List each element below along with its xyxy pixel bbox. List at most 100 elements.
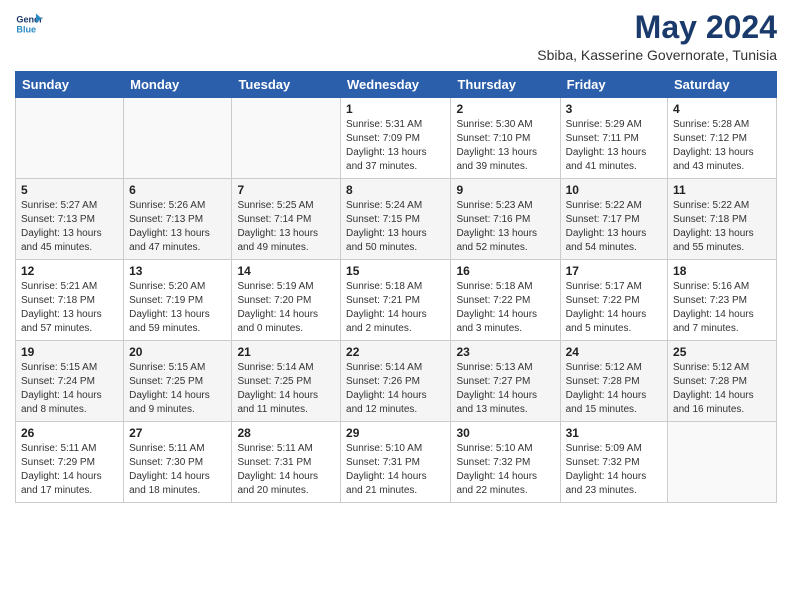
day-info: Sunrise: 5:28 AM Sunset: 7:12 PM Dayligh… bbox=[673, 118, 771, 174]
day-info: Sunrise: 5:27 AM Sunset: 7:13 PM Dayligh… bbox=[21, 199, 118, 255]
calendar-cell: 3 Sunrise: 5:29 AM Sunset: 7:11 PM Daylig… bbox=[560, 98, 667, 179]
calendar-cell bbox=[124, 98, 232, 179]
day-info: Sunrise: 5:11 AM Sunset: 7:30 PM Dayligh… bbox=[129, 442, 226, 498]
day-info: Sunrise: 5:17 AM Sunset: 7:22 PM Dayligh… bbox=[566, 280, 662, 336]
day-number: 2 bbox=[456, 102, 554, 116]
day-number: 26 bbox=[21, 426, 118, 440]
calendar-cell bbox=[232, 98, 341, 179]
calendar-cell: 24 Sunrise: 5:12 AM Sunset: 7:28 PM Dayli… bbox=[560, 341, 667, 422]
calendar-cell: 18 Sunrise: 5:16 AM Sunset: 7:23 PM Dayli… bbox=[668, 260, 777, 341]
day-number: 12 bbox=[21, 264, 118, 278]
day-number: 19 bbox=[21, 345, 118, 359]
calendar-cell: 28 Sunrise: 5:11 AM Sunset: 7:31 PM Dayli… bbox=[232, 422, 341, 503]
day-number: 9 bbox=[456, 183, 554, 197]
day-info: Sunrise: 5:12 AM Sunset: 7:28 PM Dayligh… bbox=[673, 361, 771, 417]
day-info: Sunrise: 5:19 AM Sunset: 7:20 PM Dayligh… bbox=[237, 280, 335, 336]
day-info: Sunrise: 5:30 AM Sunset: 7:10 PM Dayligh… bbox=[456, 118, 554, 174]
calendar-cell: 27 Sunrise: 5:11 AM Sunset: 7:30 PM Dayli… bbox=[124, 422, 232, 503]
day-number: 15 bbox=[346, 264, 445, 278]
weekday-header-saturday: Saturday bbox=[668, 72, 777, 98]
calendar-cell: 22Sunrise: 5:14 AM Sunset: 7:26 PM Dayli… bbox=[341, 341, 451, 422]
day-number: 29 bbox=[346, 426, 445, 440]
calendar-cell: 1 Sunrise: 5:31 AM Sunset: 7:09 PM Daylig… bbox=[341, 98, 451, 179]
day-number: 28 bbox=[237, 426, 335, 440]
calendar-cell: 4 Sunrise: 5:28 AM Sunset: 7:12 PM Daylig… bbox=[668, 98, 777, 179]
day-info: Sunrise: 5:18 AM Sunset: 7:21 PM Dayligh… bbox=[346, 280, 445, 336]
day-info: Sunrise: 5:21 AM Sunset: 7:18 PM Dayligh… bbox=[21, 280, 118, 336]
calendar-cell: 31 Sunrise: 5:09 AM Sunset: 7:32 PM Dayli… bbox=[560, 422, 667, 503]
calendar-table: SundayMondayTuesdayWednesdayThursdayFrid… bbox=[15, 71, 777, 503]
day-number: 14 bbox=[237, 264, 335, 278]
calendar-cell: 16 Sunrise: 5:18 AM Sunset: 7:22 PM Dayli… bbox=[451, 260, 560, 341]
day-number: 24 bbox=[566, 345, 662, 359]
day-info: Sunrise: 5:13 AM Sunset: 7:27 PM Dayligh… bbox=[456, 361, 554, 417]
day-number: 4 bbox=[673, 102, 771, 116]
calendar-cell: 15 Sunrise: 5:18 AM Sunset: 7:21 PM Dayli… bbox=[341, 260, 451, 341]
day-info: Sunrise: 5:22 AM Sunset: 7:18 PM Dayligh… bbox=[673, 199, 771, 255]
day-number: 8 bbox=[346, 183, 445, 197]
day-number: 21 bbox=[237, 345, 335, 359]
header: General Blue May 2024 Sbiba, Kasserine G… bbox=[15, 10, 777, 63]
calendar-cell: 20 Sunrise: 5:15 AM Sunset: 7:25 PM Dayli… bbox=[124, 341, 232, 422]
week-row-5: 26Sunrise: 5:11 AM Sunset: 7:29 PM Dayli… bbox=[16, 422, 777, 503]
day-number: 1 bbox=[346, 102, 445, 116]
week-row-4: 19Sunrise: 5:15 AM Sunset: 7:24 PM Dayli… bbox=[16, 341, 777, 422]
calendar-cell: 30 Sunrise: 5:10 AM Sunset: 7:32 PM Dayli… bbox=[451, 422, 560, 503]
calendar-cell: 11 Sunrise: 5:22 AM Sunset: 7:18 PM Dayli… bbox=[668, 179, 777, 260]
calendar-cell: 29Sunrise: 5:10 AM Sunset: 7:31 PM Dayli… bbox=[341, 422, 451, 503]
calendar-cell: 13Sunrise: 5:20 AM Sunset: 7:19 PM Dayli… bbox=[124, 260, 232, 341]
day-info: Sunrise: 5:25 AM Sunset: 7:14 PM Dayligh… bbox=[237, 199, 335, 255]
weekday-header-friday: Friday bbox=[560, 72, 667, 98]
week-row-1: 1 Sunrise: 5:31 AM Sunset: 7:09 PM Daylig… bbox=[16, 98, 777, 179]
weekday-header-thursday: Thursday bbox=[451, 72, 560, 98]
day-number: 31 bbox=[566, 426, 662, 440]
calendar-cell: 25 Sunrise: 5:12 AM Sunset: 7:28 PM Dayli… bbox=[668, 341, 777, 422]
day-info: Sunrise: 5:26 AM Sunset: 7:13 PM Dayligh… bbox=[129, 199, 226, 255]
day-info: Sunrise: 5:09 AM Sunset: 7:32 PM Dayligh… bbox=[566, 442, 662, 498]
calendar-cell: 23 Sunrise: 5:13 AM Sunset: 7:27 PM Dayli… bbox=[451, 341, 560, 422]
day-number: 30 bbox=[456, 426, 554, 440]
day-number: 27 bbox=[129, 426, 226, 440]
logo: General Blue bbox=[15, 10, 43, 38]
day-info: Sunrise: 5:22 AM Sunset: 7:17 PM Dayligh… bbox=[566, 199, 662, 255]
day-info: Sunrise: 5:18 AM Sunset: 7:22 PM Dayligh… bbox=[456, 280, 554, 336]
day-number: 7 bbox=[237, 183, 335, 197]
day-info: Sunrise: 5:15 AM Sunset: 7:25 PM Dayligh… bbox=[129, 361, 226, 417]
day-number: 18 bbox=[673, 264, 771, 278]
day-info: Sunrise: 5:29 AM Sunset: 7:11 PM Dayligh… bbox=[566, 118, 662, 174]
calendar-cell: 5 Sunrise: 5:27 AM Sunset: 7:13 PM Daylig… bbox=[16, 179, 124, 260]
day-number: 11 bbox=[673, 183, 771, 197]
day-info: Sunrise: 5:14 AM Sunset: 7:25 PM Dayligh… bbox=[237, 361, 335, 417]
day-info: Sunrise: 5:24 AM Sunset: 7:15 PM Dayligh… bbox=[346, 199, 445, 255]
day-info: Sunrise: 5:10 AM Sunset: 7:32 PM Dayligh… bbox=[456, 442, 554, 498]
weekday-header-wednesday: Wednesday bbox=[341, 72, 451, 98]
day-info: Sunrise: 5:14 AM Sunset: 7:26 PM Dayligh… bbox=[346, 361, 445, 417]
day-info: Sunrise: 5:23 AM Sunset: 7:16 PM Dayligh… bbox=[456, 199, 554, 255]
day-number: 16 bbox=[456, 264, 554, 278]
day-number: 6 bbox=[129, 183, 226, 197]
calendar-cell: 8 Sunrise: 5:24 AM Sunset: 7:15 PM Daylig… bbox=[341, 179, 451, 260]
day-number: 17 bbox=[566, 264, 662, 278]
calendar-cell bbox=[16, 98, 124, 179]
calendar-page: General Blue May 2024 Sbiba, Kasserine G… bbox=[0, 0, 792, 612]
svg-text:Blue: Blue bbox=[16, 24, 36, 34]
calendar-cell: 6 Sunrise: 5:26 AM Sunset: 7:13 PM Daylig… bbox=[124, 179, 232, 260]
day-number: 5 bbox=[21, 183, 118, 197]
day-number: 25 bbox=[673, 345, 771, 359]
day-number: 20 bbox=[129, 345, 226, 359]
calendar-cell: 17 Sunrise: 5:17 AM Sunset: 7:22 PM Dayli… bbox=[560, 260, 667, 341]
day-number: 23 bbox=[456, 345, 554, 359]
day-info: Sunrise: 5:12 AM Sunset: 7:28 PM Dayligh… bbox=[566, 361, 662, 417]
weekday-header-row: SundayMondayTuesdayWednesdayThursdayFrid… bbox=[16, 72, 777, 98]
day-info: Sunrise: 5:16 AM Sunset: 7:23 PM Dayligh… bbox=[673, 280, 771, 336]
calendar-cell: 2 Sunrise: 5:30 AM Sunset: 7:10 PM Daylig… bbox=[451, 98, 560, 179]
day-info: Sunrise: 5:31 AM Sunset: 7:09 PM Dayligh… bbox=[346, 118, 445, 174]
day-number: 3 bbox=[566, 102, 662, 116]
weekday-header-sunday: Sunday bbox=[16, 72, 124, 98]
calendar-cell: 10Sunrise: 5:22 AM Sunset: 7:17 PM Dayli… bbox=[560, 179, 667, 260]
calendar-cell: 9 Sunrise: 5:23 AM Sunset: 7:16 PM Daylig… bbox=[451, 179, 560, 260]
weekday-header-tuesday: Tuesday bbox=[232, 72, 341, 98]
calendar-cell: 26Sunrise: 5:11 AM Sunset: 7:29 PM Dayli… bbox=[16, 422, 124, 503]
day-info: Sunrise: 5:20 AM Sunset: 7:19 PM Dayligh… bbox=[129, 280, 226, 336]
day-info: Sunrise: 5:11 AM Sunset: 7:31 PM Dayligh… bbox=[237, 442, 335, 498]
